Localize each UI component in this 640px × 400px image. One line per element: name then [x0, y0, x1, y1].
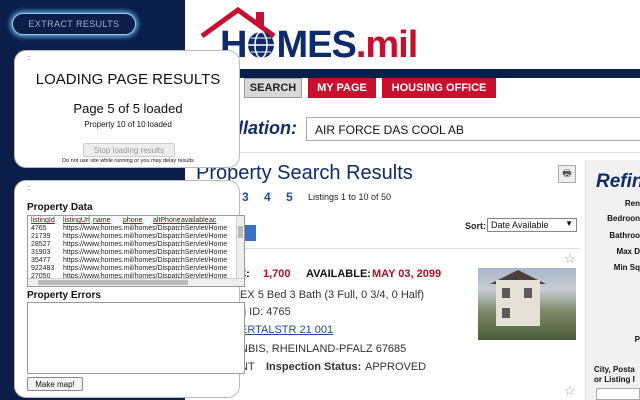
table-cell: https://www.homes.mil/homes/DispatchServ… [63, 265, 228, 272]
sort-value: Date Available [491, 220, 549, 230]
table-row: 28527 https://www.homes.mil/homes/Dispatc… [31, 241, 227, 249]
refine-bedrooms-label: Bedroon [607, 214, 640, 223]
refine-title: Refin [596, 171, 640, 192]
drag-handle-icon[interactable]: :: [27, 55, 31, 62]
table-cell: https://www.homes.mil/homes/DispatchServ… [63, 249, 228, 256]
favorite-star-icon[interactable]: ☆ [564, 251, 576, 267]
scrollbar-thumb[interactable] [238, 226, 243, 238]
scrollbar-thumb[interactable] [38, 280, 188, 285]
inspection-status-value: APPROVED [365, 361, 427, 373]
table-row: 922483 https://www.homes.mil/homes/Dispat… [31, 265, 227, 273]
stop-loading-button[interactable]: Stop loading results [83, 143, 175, 157]
horizontal-scrollbar[interactable] [28, 278, 244, 286]
favorite-star-icon[interactable]: ☆ [564, 383, 576, 399]
loading-title: LOADING PAGE RESULTS [35, 71, 221, 88]
column-header: phone [123, 217, 143, 224]
sort-select[interactable]: Date Available ▼ [487, 218, 577, 232]
logo-wordmark: H MES.mil [220, 24, 418, 67]
property-errors-textarea[interactable] [27, 302, 245, 374]
divider [200, 152, 640, 153]
table-header-row: listingId listingUrl name phone altPhoneavai… [31, 217, 227, 225]
listing-city: NBIS, RHEINLAND-PFALZ 67685 [240, 343, 407, 355]
beds-baths: EX 5 Bed 3 Bath (3 Full, 0 3/4, 0 Half) [240, 289, 425, 301]
table-cell: 4765 [31, 225, 47, 232]
table-cell: 922483 [31, 265, 55, 272]
table-cell: https://www.homes.mil/homes/DispatchServ… [63, 257, 228, 264]
table-row: 35477 https://www.homes.mil/homes/Dispatc… [31, 257, 227, 265]
logo-suffix: .mil [355, 24, 418, 66]
refine-panel [585, 160, 640, 400]
refine-max-distance-label: Max D [616, 247, 640, 256]
photo-window [502, 308, 510, 318]
vertical-scrollbar[interactable] [236, 216, 244, 278]
refine-bathrooms-label: Bathroo [609, 231, 640, 240]
refine-city-input[interactable] [596, 388, 640, 400]
table-cell: https://www.homes.mil/homes/DispatchServ… [63, 225, 228, 232]
properties-loaded-status: Property 10 of 10 loaded [84, 120, 172, 129]
column-header: available [181, 217, 209, 224]
photo-window [502, 288, 510, 298]
loading-card: :: LOADING PAGE RESULTS Page 5 of 5 load… [14, 50, 240, 168]
photo-window [524, 288, 532, 298]
table-cell: 28527 [31, 241, 51, 248]
inspection-status-label: Inspection Status: [266, 361, 362, 373]
tab-housing-office[interactable]: HOUSING OFFICE [382, 78, 496, 98]
print-icon[interactable]: 🖶 [558, 165, 576, 183]
installation-field[interactable]: AIR FORCE DAS COOL AB [306, 117, 640, 141]
sort-label: Sort: [465, 221, 486, 231]
table-cell: https://www.homes.mil/homes/DispatchServ… [63, 241, 228, 248]
photo-house [496, 280, 540, 326]
available-date: MAY 03, 2099 [372, 268, 442, 280]
property-data-textarea[interactable]: listingId listingUrl name phone altPhoneavai… [27, 215, 245, 287]
table-cell: https://www.homes.mil/homes/DispatchServ… [63, 233, 228, 240]
pages-loaded-status: Page 5 of 5 loaded [73, 101, 183, 116]
drag-handle-icon[interactable]: :: [27, 185, 31, 192]
column-header: ac [209, 217, 217, 224]
property-data-title: Property Data [27, 202, 93, 213]
listing-photo[interactable] [478, 268, 576, 340]
table-row: 4765 https://www.homes.mil/homes/Dispatch… [31, 225, 227, 233]
page-link-4[interactable]: 4 [264, 190, 271, 204]
listing-address-link[interactable]: ERTALSTR 21 001 [240, 324, 333, 336]
available-label: AVAILABLE: [306, 268, 371, 280]
property-data-table: listingId listingUrl name phone altPhoneavai… [31, 217, 227, 281]
refine-city-label: City, Posta or Listing I [594, 365, 635, 384]
column-header: listingUrl [63, 217, 90, 224]
table-cell: 35477 [31, 257, 51, 264]
column-header: listingId [31, 217, 55, 224]
page-link-3[interactable]: 3 [242, 190, 249, 204]
property-data-card: :: Property Data listingId listingUrl name… [14, 180, 245, 398]
tab-my-page[interactable]: MY PAGE [308, 78, 376, 98]
column-header: altPhone [153, 217, 181, 224]
table-row: 21739 https://www.homes.mil/homes/Dispatc… [31, 233, 227, 241]
nav-bar [185, 69, 640, 78]
table-cell: 21739 [31, 233, 51, 240]
globe-icon [248, 31, 275, 59]
property-errors-title: Property Errors [27, 290, 101, 301]
listing-count: Listings 1 to 10 of 50 [308, 192, 392, 202]
extract-results-button[interactable]: EXTRACT RESULTS [12, 13, 136, 35]
tab-search[interactable]: SEARCH [244, 78, 302, 98]
loading-warning-note: Do not use site while running or you may… [62, 158, 194, 164]
make-map-button[interactable]: Make map! [27, 377, 83, 391]
price-value: 1,700 [263, 268, 291, 280]
column-header: name [93, 217, 111, 224]
refine-rent-label: Ren [624, 199, 640, 208]
table-cell: 31903 [31, 249, 51, 256]
chevron-down-icon: ▼ [565, 219, 573, 228]
page-link-5[interactable]: 5 [286, 190, 293, 204]
listing-id: g ID: 4765 [240, 306, 291, 318]
refine-p-label: P [634, 335, 640, 344]
table-row: 31903 https://www.homes.mil/homes/Dispatc… [31, 249, 227, 257]
logo-letters: MES [276, 24, 356, 66]
refine-min-sqft-label: Min Sq [613, 263, 640, 272]
